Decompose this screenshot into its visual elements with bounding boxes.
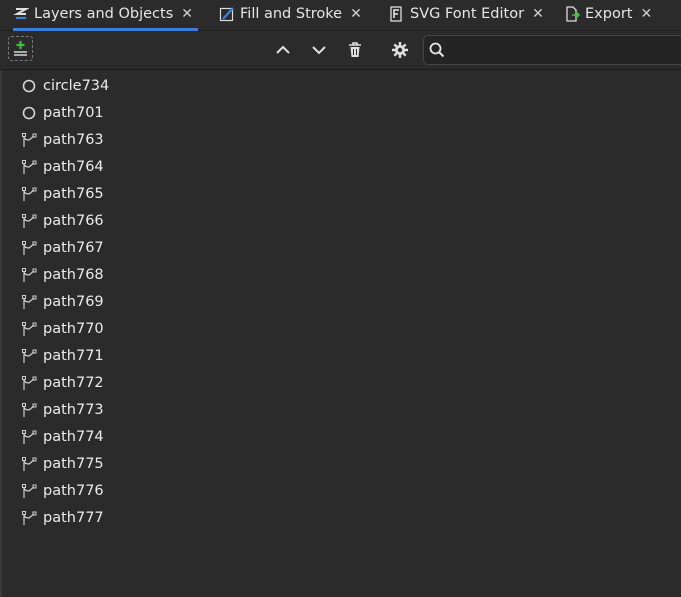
object-name: path767 bbox=[43, 239, 104, 256]
object-name: path772 bbox=[43, 374, 104, 391]
layers-icon bbox=[13, 6, 30, 22]
object-name: circle734 bbox=[43, 77, 110, 94]
list-item[interactable]: path775 bbox=[0, 450, 681, 477]
trash-icon bbox=[349, 42, 361, 57]
tab-label: SVG Font Editor bbox=[410, 6, 525, 22]
chevron-down-icon bbox=[312, 46, 326, 55]
list-item[interactable]: path771 bbox=[0, 342, 681, 369]
list-item[interactable]: path773 bbox=[0, 396, 681, 423]
object-name: path777 bbox=[43, 509, 104, 526]
list-item[interactable]: path764 bbox=[0, 153, 681, 180]
add-layer-button[interactable] bbox=[8, 36, 33, 61]
path-icon bbox=[21, 294, 37, 310]
export-icon bbox=[564, 6, 581, 22]
font-editor-icon bbox=[389, 6, 405, 22]
layers-toolbar bbox=[0, 31, 681, 70]
list-item[interactable]: path765 bbox=[0, 180, 681, 207]
tab-label: Export bbox=[585, 6, 633, 22]
list-item[interactable]: path768 bbox=[0, 261, 681, 288]
list-item[interactable]: path769 bbox=[0, 288, 681, 315]
path-icon bbox=[21, 348, 37, 364]
tab-label: Fill and Stroke bbox=[240, 6, 343, 22]
object-name: path776 bbox=[43, 482, 104, 499]
move-down-button[interactable] bbox=[309, 40, 329, 60]
path-icon bbox=[21, 240, 37, 256]
object-name: path774 bbox=[43, 428, 104, 445]
tab-fill-and-stroke[interactable]: Fill and Stroke ✕ bbox=[219, 0, 362, 28]
path-icon bbox=[21, 321, 37, 337]
delete-button[interactable] bbox=[345, 40, 365, 60]
object-name: path768 bbox=[43, 266, 104, 283]
tab-label: Layers and Objects bbox=[34, 6, 174, 22]
object-name: path766 bbox=[43, 212, 104, 229]
tab-layers-and-objects[interactable]: Layers and Objects ✕ bbox=[13, 0, 198, 31]
list-item[interactable]: path776 bbox=[0, 477, 681, 504]
path-icon bbox=[21, 483, 37, 499]
list-item[interactable]: path763 bbox=[0, 126, 681, 153]
path-icon bbox=[21, 213, 37, 229]
path-icon bbox=[21, 375, 37, 391]
list-item[interactable]: path701 bbox=[0, 99, 681, 126]
circle-icon bbox=[21, 78, 37, 94]
path-icon bbox=[21, 159, 37, 175]
close-icon[interactable]: ✕ bbox=[640, 6, 652, 22]
object-name: path769 bbox=[43, 293, 104, 310]
circle-icon bbox=[21, 105, 37, 121]
list-item[interactable]: path767 bbox=[0, 234, 681, 261]
dialog-tab-bar: Layers and Objects ✕ Fill and Stroke ✕ S… bbox=[0, 0, 681, 31]
list-item[interactable]: circle734 bbox=[0, 72, 681, 99]
object-name: path771 bbox=[43, 347, 104, 364]
object-name: path770 bbox=[43, 320, 104, 337]
tab-export[interactable]: Export ✕ bbox=[564, 0, 652, 28]
object-name: path765 bbox=[43, 185, 104, 202]
object-name: path701 bbox=[43, 104, 104, 121]
fill-stroke-icon bbox=[219, 6, 235, 22]
list-item[interactable]: path766 bbox=[0, 207, 681, 234]
path-icon bbox=[21, 456, 37, 472]
close-icon[interactable]: ✕ bbox=[181, 6, 193, 22]
object-name: path763 bbox=[43, 131, 104, 148]
object-name: path775 bbox=[43, 455, 104, 472]
gear-icon bbox=[392, 42, 408, 58]
list-item[interactable]: path770 bbox=[0, 315, 681, 342]
list-item[interactable]: path772 bbox=[0, 369, 681, 396]
object-name: path764 bbox=[43, 158, 104, 175]
list-item[interactable]: path777 bbox=[0, 504, 681, 531]
path-icon bbox=[21, 429, 37, 445]
object-name: path773 bbox=[43, 401, 104, 418]
search-field[interactable] bbox=[423, 35, 681, 65]
close-icon[interactable]: ✕ bbox=[532, 6, 544, 22]
path-icon bbox=[21, 267, 37, 283]
search-icon bbox=[429, 42, 445, 58]
list-item[interactable]: path774 bbox=[0, 423, 681, 450]
add-layer-icon bbox=[14, 41, 27, 56]
path-icon bbox=[21, 510, 37, 526]
move-up-button[interactable] bbox=[273, 40, 293, 60]
close-icon[interactable]: ✕ bbox=[350, 6, 362, 22]
settings-button[interactable] bbox=[390, 40, 410, 60]
tab-svg-font-editor[interactable]: SVG Font Editor ✕ bbox=[389, 0, 544, 28]
path-icon bbox=[21, 132, 37, 148]
path-icon bbox=[21, 186, 37, 202]
path-icon bbox=[21, 402, 37, 418]
chevron-up-icon bbox=[276, 45, 290, 54]
